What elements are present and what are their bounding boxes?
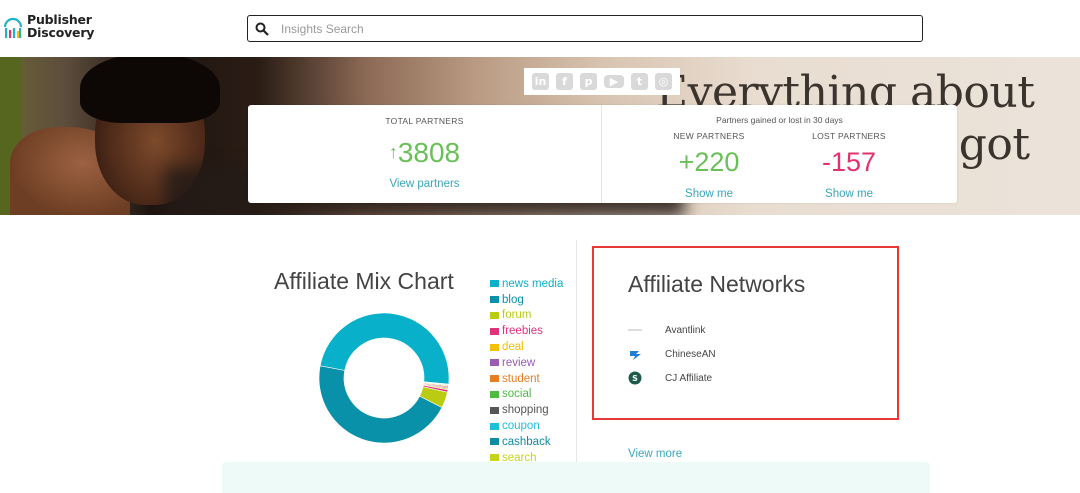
legend-swatch [490, 454, 499, 462]
search-input[interactable] [281, 21, 881, 36]
partners-change-title: Partners gained or lost in 30 days [716, 115, 843, 125]
legend-item-student[interactable]: student [490, 371, 563, 387]
network-item-chinesean[interactable]: ChineseAN [628, 347, 716, 361]
view-more-link[interactable]: View more [628, 448, 682, 460]
lost-partners-column: LOST PARTNERS -157 Show me [784, 131, 914, 200]
total-partners-panel: TOTAL PARTNERS ↑3808 View partners [248, 105, 602, 203]
hero-image-hair [80, 57, 220, 123]
legend-item-cashback[interactable]: cashback [490, 434, 563, 450]
legend-label: blog [502, 293, 524, 306]
partners-change-panel: Partners gained or lost in 30 days NEW P… [602, 105, 957, 203]
legend-swatch [490, 422, 499, 430]
top-header: Publisher Discovery [0, 0, 1080, 57]
legend-item-social[interactable]: social [490, 387, 563, 403]
lost-partners-label: LOST PARTNERS [812, 131, 886, 141]
social-links: in f p ▶ t ◎ [524, 68, 680, 95]
legend-item-deal[interactable]: deal [490, 339, 563, 355]
legend-swatch [490, 280, 499, 288]
facebook-icon[interactable]: f [556, 73, 573, 90]
legend-item-freebies[interactable]: freebies [490, 323, 563, 339]
linkedin-icon[interactable]: in [532, 73, 549, 90]
lost-partners-show-me-link[interactable]: Show me [784, 188, 914, 200]
legend-label: cashback [502, 435, 551, 448]
legend-label: coupon [502, 420, 540, 433]
new-partners-value: +220 [678, 147, 740, 177]
legend-item-forum[interactable]: forum [490, 308, 563, 324]
legend-item-blog[interactable]: blog [490, 292, 563, 308]
legend-label: social [502, 388, 532, 401]
legend-swatch [490, 359, 499, 367]
legend-item-news-media[interactable]: news media [490, 276, 563, 292]
arrow-up-icon: ↑ [388, 142, 398, 162]
affiliate-mix-title: Affiliate Mix Chart [274, 268, 454, 294]
legend-item-coupon[interactable]: coupon [490, 418, 563, 434]
network-name: ChineseAN [665, 348, 716, 360]
legend-swatch [490, 438, 499, 446]
new-partners-column: NEW PARTNERS +220 Show me [644, 131, 774, 200]
legend-label: shopping [502, 404, 549, 417]
affiliate-mix-legend: news media blog forum freebies deal review stu… [490, 276, 563, 481]
logo-icon [3, 17, 23, 38]
chinesean-icon [628, 347, 642, 361]
view-partners-link[interactable]: View partners [248, 178, 601, 190]
youtube-icon[interactable]: ▶ [604, 75, 624, 88]
lost-partners-value: -157 [821, 147, 877, 177]
network-name: CJ Affiliate [665, 372, 713, 384]
legend-label: freebies [502, 325, 543, 338]
new-partners-label: NEW PARTNERS [673, 131, 745, 141]
section-divider [576, 240, 577, 493]
legend-swatch [490, 311, 499, 319]
affiliate-mix-donut-chart [318, 312, 450, 444]
legend-swatch [490, 390, 499, 398]
total-partners-value: ↑3808 [388, 137, 461, 168]
network-item-cj-affiliate[interactable]: S CJ Affiliate [628, 371, 712, 385]
twitter-icon[interactable]: t [631, 73, 648, 90]
publisher-discovery-logo[interactable]: Publisher Discovery [2, 13, 94, 41]
new-partners-show-me-link[interactable]: Show me [644, 188, 774, 200]
legend-label: review [502, 356, 536, 369]
search-box[interactable] [247, 15, 923, 42]
network-item-avantlink[interactable]: Avantlink [628, 323, 705, 337]
pinterest-icon[interactable]: p [580, 73, 597, 90]
legend-swatch [490, 406, 499, 414]
donut-slice-blog[interactable] [318, 365, 443, 444]
network-name: Avantlink [665, 324, 706, 336]
legend-label: forum [502, 309, 532, 322]
logo-line2: Discovery [27, 25, 95, 40]
svg-text:S: S [632, 374, 638, 383]
legend-label: student [502, 372, 540, 385]
affiliate-networks-title: Affiliate Networks [628, 271, 806, 297]
legend-item-review[interactable]: review [490, 355, 563, 371]
legend-label: deal [502, 341, 524, 354]
search-icon [255, 22, 269, 36]
avantlink-icon [628, 323, 642, 337]
affiliate-networks-panel: Affiliate Networks Avantlink ChineseAN S… [592, 246, 899, 420]
legend-swatch [490, 375, 499, 383]
cj-affiliate-icon: S [628, 371, 642, 385]
legend-swatch [490, 327, 499, 335]
partners-stats-card: TOTAL PARTNERS ↑3808 View partners Partn… [248, 105, 957, 203]
bottom-section-band [222, 462, 930, 493]
legend-item-shopping[interactable]: shopping [490, 402, 563, 418]
instagram-icon[interactable]: ◎ [655, 73, 672, 90]
legend-swatch [490, 343, 499, 351]
legend-swatch [490, 296, 499, 304]
total-partners-label: TOTAL PARTNERS [385, 116, 464, 126]
legend-label: news media [502, 277, 564, 290]
